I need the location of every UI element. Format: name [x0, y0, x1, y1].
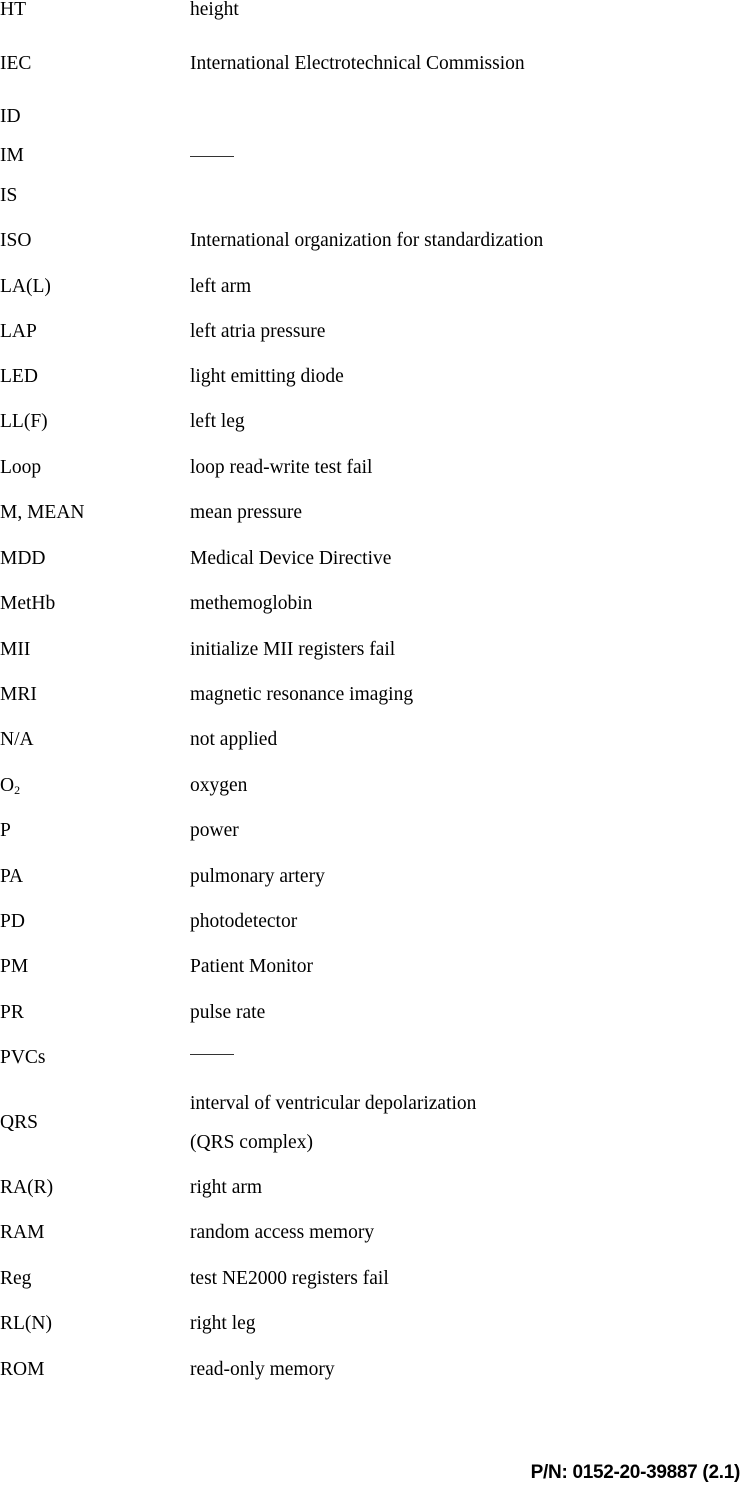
document-page: HT height IEC International Electrotechn… [0, 0, 740, 1485]
abbreviation: LED [0, 366, 38, 387]
definition: Medical Device Directive [190, 548, 392, 569]
abbreviation: LL(F) [0, 411, 48, 432]
abbreviation: PM [0, 956, 29, 977]
definition: test NE2000 registers fail [190, 1268, 389, 1289]
abbreviation: Reg [0, 1268, 32, 1289]
definition-line-2: (QRS complex) [190, 1132, 313, 1153]
abbreviation: ISO [0, 230, 32, 251]
definition: interval of ventricular depolarization (… [190, 1094, 476, 1153]
abbreviation: IS [0, 185, 18, 206]
definition: not applied [190, 729, 278, 750]
definition: random access memory [190, 1222, 375, 1243]
dash-line [190, 156, 234, 158]
definition: magnetic resonance imaging [190, 684, 414, 705]
abbreviation: LA(L) [0, 276, 51, 297]
abbreviation: N/A [0, 729, 34, 750]
dash-line [190, 1054, 234, 1056]
definition: oxygen [190, 775, 248, 796]
abbreviation: MRI [0, 684, 37, 705]
abbreviation-subscript: 2 [14, 783, 21, 797]
definition-dash [190, 1048, 234, 1068]
abbreviation: RA(R) [0, 1177, 54, 1198]
part-number: P/N: 0152-20-39887 (2.1) [530, 1462, 740, 1483]
definition: right leg [190, 1313, 256, 1334]
definition: initialize MII registers fail [190, 639, 396, 660]
abbreviation: P [0, 820, 11, 841]
definition: pulse rate [190, 1002, 266, 1023]
definition: mean pressure [190, 502, 303, 523]
abbreviation: HT [0, 0, 26, 20]
definition: right arm [190, 1177, 263, 1198]
definition: height [190, 0, 239, 20]
definition: photodetector [190, 911, 298, 932]
abbreviation: MetHb [0, 593, 56, 614]
abbreviation: M, MEAN [0, 502, 85, 523]
definition: light emitting diode [190, 366, 344, 387]
definition: pulmonary artery [190, 866, 325, 887]
abbreviation: O2 [0, 775, 21, 797]
definition: left leg [190, 411, 245, 432]
definition: loop read-write test fail [190, 457, 373, 478]
definition: left arm [190, 276, 252, 297]
abbreviation: PVCs [0, 1047, 46, 1068]
abbreviation: RAM [0, 1222, 45, 1243]
definition-line-1: interval of ventricular depolarization [190, 1093, 477, 1114]
definition: International Electrotechnical Commissio… [190, 53, 525, 74]
abbreviation: MII [0, 639, 31, 660]
definition-dash [190, 146, 234, 166]
abbreviation: PR [0, 1002, 24, 1023]
definition: Patient Monitor [190, 956, 313, 977]
abbreviation: PD [0, 911, 25, 932]
abbreviation: IEC [0, 53, 32, 74]
abbreviation: LAP [0, 321, 37, 342]
definition: power [190, 820, 239, 841]
abbreviation: MDD [0, 548, 46, 569]
definition: International organization for standardi… [190, 230, 544, 251]
definition: methemoglobin [190, 593, 313, 614]
abbreviation: RL(N) [0, 1313, 52, 1334]
abbreviation: IM [0, 145, 24, 166]
definition: read-only memory [190, 1359, 335, 1380]
abbreviation: Loop [0, 457, 42, 478]
abbreviation: ROM [0, 1359, 45, 1380]
definition: left atria pressure [190, 321, 326, 342]
abbreviation: QRS [0, 1112, 38, 1133]
abbreviation: ID [0, 106, 21, 127]
abbreviation-base: O [0, 775, 15, 796]
abbreviation: PA [0, 866, 24, 887]
